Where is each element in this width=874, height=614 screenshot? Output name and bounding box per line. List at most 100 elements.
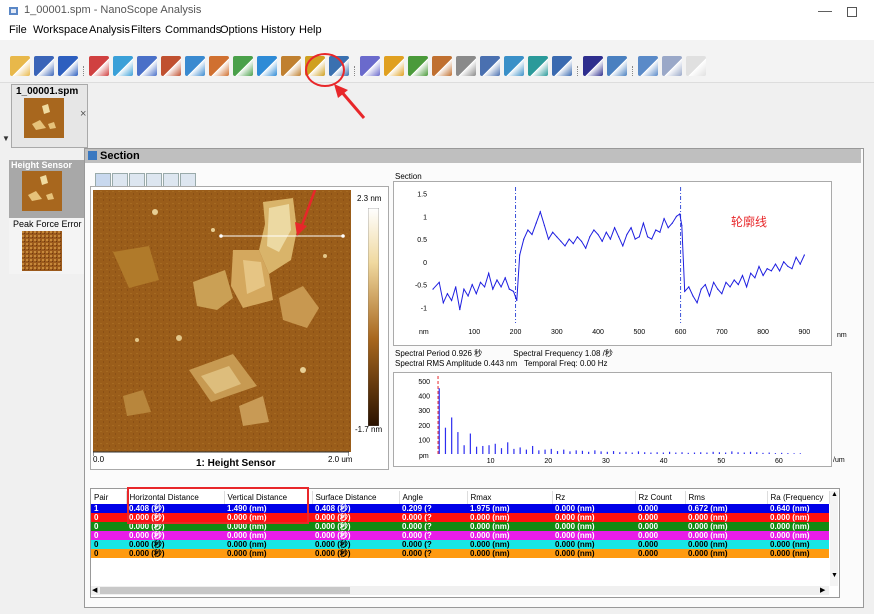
- section-profile-point: [630, 227, 632, 229]
- force-icon[interactable]: [456, 56, 476, 76]
- undo-icon[interactable]: [638, 56, 658, 76]
- table-cell: 0.000: [638, 504, 659, 513]
- surface-plot-icon[interactable]: [185, 56, 205, 76]
- table-row[interactable]: 0 0.000 (秒) 0.000 (nm) 0.000 (秒) 0.000 (? 0.0…: [91, 549, 829, 558]
- section-profile-point: [438, 281, 440, 283]
- table-header[interactable]: Surface Distance: [312, 491, 400, 504]
- stats-icon[interactable]: [528, 56, 548, 76]
- scroll-left-icon[interactable]: ◀: [92, 586, 97, 594]
- flatten-icon[interactable]: [137, 56, 157, 76]
- roughness-icon[interactable]: [257, 56, 277, 76]
- table-row[interactable]: 0 0.000 (秒) 0.000 (nm) 0.000 (秒) 0.000 (? 0.0…: [91, 540, 829, 549]
- open-folder-icon[interactable]: [10, 56, 30, 76]
- scroll-down-icon[interactable]: ▼: [831, 572, 838, 579]
- table-cell: 0.000 (?: [402, 522, 432, 531]
- menu-help[interactable]: Help: [299, 24, 322, 36]
- x-tick-label: 600: [675, 329, 687, 336]
- spectral-period: Spectral Period 0.926 秒: [395, 349, 483, 358]
- table-cell: 0.000 (nm): [555, 549, 595, 558]
- x-tick-label: 900: [799, 329, 811, 336]
- table-header[interactable]: Pair: [91, 491, 127, 504]
- section-profile-point: [803, 254, 805, 256]
- tab-dropdown-icon[interactable]: ▼: [2, 134, 10, 143]
- section-profile-point: [618, 236, 620, 238]
- spectral-rms: Spectral RMS Amplitude 0.443 nm: [395, 359, 518, 368]
- section-tool-icon[interactable]: [161, 56, 181, 76]
- table-header[interactable]: Rz: [552, 491, 636, 504]
- section-profile-point: [459, 309, 461, 311]
- depth-icon[interactable]: [233, 56, 253, 76]
- window-title: 1_00001.spm - NanoScope Analysis: [24, 4, 202, 16]
- section-profile-point: [704, 283, 706, 286]
- section-profile-point: [609, 238, 612, 240]
- section-profile-chart[interactable]: 1.5 1 0.5 0 -0.5 -1 100 200 300 400 500 600 700 800 90…: [393, 181, 856, 346]
- y-tick-label: 500: [418, 379, 430, 386]
- menu-analysis[interactable]: Analysis: [89, 24, 130, 36]
- image-view-icon[interactable]: [89, 56, 109, 76]
- minimize-button[interactable]: —: [818, 2, 832, 18]
- section-profile-point: [692, 295, 694, 297]
- 3d-view-icon[interactable]: [209, 56, 229, 76]
- y-tick-label: 200: [418, 423, 430, 430]
- histogram-icon[interactable]: [384, 56, 404, 76]
- save-icon[interactable]: [34, 56, 54, 76]
- scroll-right-icon[interactable]: ▶: [820, 586, 825, 594]
- section-profile-point: [492, 288, 494, 290]
- section-profile-point: [696, 302, 698, 304]
- menu-file[interactable]: File: [9, 24, 27, 36]
- annotation-profile-label: 轮廓线: [731, 214, 767, 229]
- afm-height-image[interactable]: [93, 190, 351, 452]
- maximize-button[interactable]: [847, 7, 857, 17]
- y-axis-unit: pm: [419, 453, 429, 460]
- table-cell: 0.000 (秒): [315, 522, 351, 531]
- menu-history[interactable]: History: [261, 24, 295, 36]
- section-profile-point: [712, 281, 715, 283]
- table-header[interactable]: Rmax: [467, 491, 553, 504]
- plane-fit-icon[interactable]: [113, 56, 133, 76]
- force-volume-icon[interactable]: [480, 56, 500, 76]
- table-cell: 1: [94, 504, 99, 513]
- table-header[interactable]: Rms: [685, 491, 768, 504]
- power-spectrum-chart[interactable]: 500 400 300 200 100 10 20 30 40 50 60 pm/um: [393, 372, 856, 468]
- help-icon[interactable]: [58, 56, 78, 76]
- indentation-icon[interactable]: [504, 56, 524, 76]
- y-tick-label: -1: [421, 305, 427, 312]
- angle-icon[interactable]: [360, 56, 380, 76]
- section-profile-point: [576, 236, 579, 238]
- section-profile-point: [531, 233, 533, 236]
- table-header[interactable]: Angle: [399, 491, 468, 504]
- table-row[interactable]: 0 0.000 (秒) 0.000 (nm) 0.000 (秒) 0.000 (? 0.0…: [91, 531, 829, 540]
- section-profile-point: [446, 293, 449, 295]
- section-profile-point: [560, 240, 562, 242]
- table-cell: 0.000 (nm): [688, 513, 728, 522]
- section-profile-point: [504, 277, 506, 279]
- menu-commands[interactable]: Commands: [165, 24, 221, 36]
- grain-icon[interactable]: [432, 56, 452, 76]
- power-spectrum-icon[interactable]: [408, 56, 428, 76]
- section-profile-point: [496, 279, 498, 281]
- y-tick-label: 100: [418, 437, 430, 444]
- menu-workspace[interactable]: Workspace: [33, 24, 88, 36]
- redo-icon[interactable]: [662, 56, 682, 76]
- toolbar-separator: [632, 66, 635, 76]
- file-tab-close-icon[interactable]: ×: [80, 108, 86, 120]
- scroll-up-icon[interactable]: ▲: [831, 491, 838, 498]
- section-profile-point: [638, 236, 640, 238]
- menu-options[interactable]: Options: [220, 24, 258, 36]
- annotation-arrow-toolbar: [334, 84, 366, 119]
- layout-icon[interactable]: [583, 56, 603, 76]
- table-header[interactable]: Ra (Frequency: [767, 491, 830, 504]
- channel-height-thumbnail: [22, 171, 62, 211]
- window-icon[interactable]: [607, 56, 627, 76]
- table-header[interactable]: Rz Count: [635, 491, 686, 504]
- export-icon[interactable]: [552, 56, 572, 76]
- section-profile-point: [737, 283, 739, 286]
- section-profile-point: [432, 288, 434, 290]
- menu-filters[interactable]: Filters: [131, 24, 161, 36]
- section-profile-point: [774, 263, 777, 265]
- section-profile-point: [671, 222, 673, 224]
- table-scroll-thumb[interactable]: [100, 587, 350, 594]
- channel-peak-thumbnail: [22, 231, 62, 271]
- extra-icon[interactable]: [686, 56, 706, 76]
- bearing-icon[interactable]: [281, 56, 301, 76]
